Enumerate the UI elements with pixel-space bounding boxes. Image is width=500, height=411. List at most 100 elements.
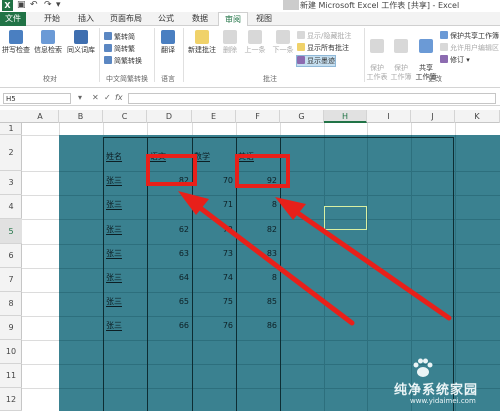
row-header-1[interactable]: 1 <box>0 123 22 135</box>
cell-chinese[interactable]: 66 <box>150 321 189 331</box>
insert-function-icon[interactable]: fx <box>115 93 123 103</box>
cell-name[interactable]: 张三 <box>106 321 122 331</box>
name-box[interactable]: H5 <box>3 93 71 104</box>
tab-review[interactable]: 审阅 <box>218 12 248 26</box>
formula-input[interactable] <box>128 93 496 104</box>
show-hide-comment-button[interactable]: 显示/隐藏批注 <box>297 31 351 41</box>
column-header-b[interactable]: B <box>59 110 103 123</box>
protect-shared-workbook-button[interactable]: 保护共享工作簿 <box>440 31 499 41</box>
cell-english[interactable]: 82 <box>238 225 277 235</box>
column-header-h[interactable]: H <box>324 110 367 123</box>
tab-view[interactable]: 视图 <box>250 12 278 26</box>
row-header-3[interactable]: 3 <box>0 171 22 195</box>
row-header-7[interactable]: 7 <box>0 268 22 292</box>
show-ink-button[interactable]: 显示墨迹 <box>296 55 336 67</box>
save-icon[interactable]: ▣ <box>17 0 26 11</box>
row-header-12[interactable]: 12 <box>0 388 22 411</box>
header-english[interactable]: 英语 <box>238 152 254 162</box>
row-header-10[interactable]: 10 <box>0 340 22 364</box>
watermark-title: 纯净系统家园 <box>394 383 479 398</box>
row-header-2[interactable]: 2 <box>0 135 22 171</box>
column-header-j[interactable]: J <box>411 110 455 123</box>
column-header-d[interactable]: D <box>147 110 192 123</box>
to-traditional-button[interactable]: 简转繁 <box>104 44 135 54</box>
tab-home[interactable]: 开始 <box>38 12 66 26</box>
row-header-9[interactable]: 9 <box>0 316 22 340</box>
cell-english[interactable]: 86 <box>238 321 277 331</box>
tab-file[interactable]: 文件 <box>0 12 26 26</box>
blurred-region <box>283 0 299 10</box>
column-header-c[interactable]: C <box>103 110 147 123</box>
next-comment-button[interactable]: 下一条 <box>270 30 296 55</box>
redo-icon[interactable]: ↷ <box>44 0 52 11</box>
previous-comment-button[interactable]: 上一条 <box>242 30 268 55</box>
cell-english[interactable]: 85 <box>238 297 277 307</box>
column-header-a[interactable]: A <box>22 110 59 123</box>
new-comment-button[interactable]: 新建批注 <box>186 30 218 55</box>
undo-icon[interactable]: ↶ <box>30 0 38 11</box>
header-chinese[interactable]: 语文 <box>150 152 166 162</box>
cell-english[interactable]: 8 <box>238 200 277 210</box>
cell-math[interactable]: 74 <box>194 273 233 283</box>
column-header-f[interactable]: F <box>236 110 280 123</box>
table-border <box>147 137 148 411</box>
header-math[interactable]: 数学 <box>194 152 210 162</box>
cell-math[interactable]: 70 <box>194 176 233 186</box>
column-header-k[interactable]: K <box>455 110 500 123</box>
name-box-dropdown-icon[interactable]: ▾ <box>78 93 82 103</box>
enter-icon[interactable]: ✓ <box>104 93 111 103</box>
chinese-convert-button[interactable]: 简繁转换 <box>104 56 142 66</box>
delete-comment-button[interactable]: 删除 <box>220 30 240 55</box>
cell-math[interactable]: 72 <box>194 225 233 235</box>
cell-math[interactable]: 75 <box>194 297 233 307</box>
cancel-icon[interactable]: ✕ <box>92 93 99 103</box>
protect-workbook-button[interactable]: 保护 工作簿 <box>390 30 412 82</box>
cell-english[interactable]: 92 <box>238 176 277 186</box>
research-button[interactable]: 信息检索 <box>33 30 63 55</box>
row-header-4[interactable]: 4 <box>0 195 22 219</box>
row-header-6[interactable]: 6 <box>0 244 22 268</box>
cell-name[interactable]: 张三 <box>106 249 122 259</box>
spelling-button[interactable]: 拼写检查 <box>2 30 30 55</box>
tab-data[interactable]: 数据 <box>186 12 214 26</box>
cell-chinese[interactable]: 63 <box>150 249 189 259</box>
cell-math[interactable]: 76 <box>194 321 233 331</box>
cell-name[interactable]: 张三 <box>106 176 122 186</box>
protect-sheet-button[interactable]: 保护 工作表 <box>366 30 388 82</box>
active-cell-h5[interactable] <box>324 206 367 230</box>
cell-math[interactable]: 73 <box>194 249 233 259</box>
cell-chinese[interactable]: 65 <box>150 297 189 307</box>
previous-comment-icon <box>248 30 262 44</box>
customize-quick-access-icon[interactable]: ▾ <box>56 0 61 11</box>
show-all-comments-button[interactable]: 显示所有批注 <box>297 43 349 53</box>
tab-formulas[interactable]: 公式 <box>152 12 180 26</box>
column-header-e[interactable]: E <box>192 110 236 123</box>
cell-name[interactable]: 张三 <box>106 297 122 307</box>
cell-name[interactable]: 张三 <box>106 225 122 235</box>
row-header-11[interactable]: 11 <box>0 364 22 388</box>
cell-name[interactable]: 张三 <box>106 200 122 210</box>
column-header-g[interactable]: G <box>280 110 324 123</box>
cell-math[interactable]: 71 <box>194 200 233 210</box>
row-headers: 1 2 3 4 5 6 7 8 9 10 11 12 <box>0 123 22 411</box>
translate-button[interactable]: 翻译 <box>156 30 180 55</box>
protect-sheet-icon <box>370 39 384 53</box>
cell-name[interactable]: 张三 <box>106 273 122 283</box>
gridline <box>22 340 59 341</box>
thesaurus-button[interactable]: 同义词库 <box>66 30 96 55</box>
cell-chinese[interactable]: 82 <box>150 176 189 186</box>
header-name[interactable]: 姓名 <box>106 152 122 162</box>
tab-insert[interactable]: 插入 <box>72 12 100 26</box>
row-header-8[interactable]: 8 <box>0 292 22 316</box>
column-header-i[interactable]: I <box>367 110 411 123</box>
tab-page-layout[interactable]: 页面布局 <box>106 12 146 26</box>
row-header-5[interactable]: 5 <box>0 219 22 244</box>
cell-chinese[interactable]: 62 <box>150 225 189 235</box>
to-simplified-button[interactable]: 繁转简 <box>104 32 135 42</box>
worksheet-grid[interactable]: 姓名 语文 数学 英语 张三 82 70 92 张三 71 8 张三 62 72… <box>22 123 500 411</box>
track-changes-button[interactable]: 修订 ▾ <box>440 55 470 65</box>
cell-english[interactable]: 83 <box>238 249 277 259</box>
cell-chinese[interactable]: 64 <box>150 273 189 283</box>
cell-english[interactable]: 8 <box>238 273 277 283</box>
allow-users-edit-button[interactable]: 允许用户编辑区 <box>440 43 499 53</box>
